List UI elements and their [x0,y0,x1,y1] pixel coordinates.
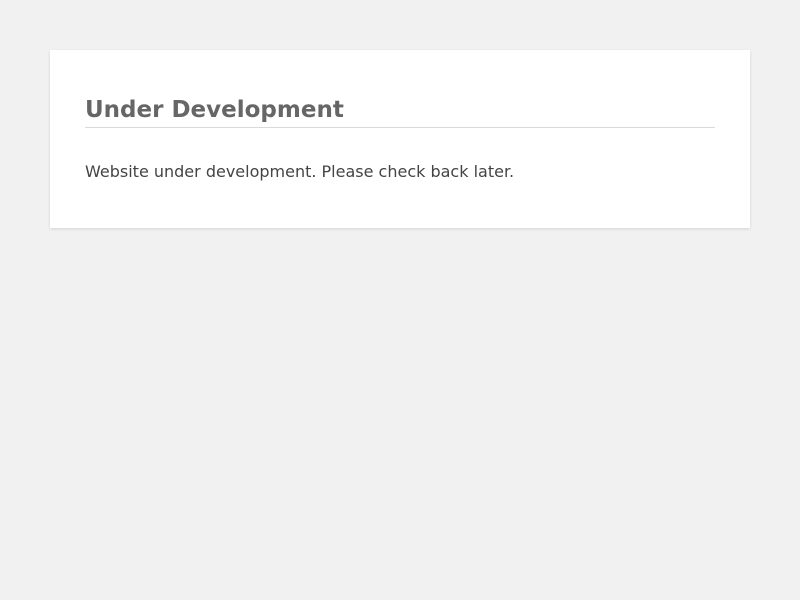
page-background: Under Development Website under developm… [0,0,800,600]
notice-message: Website under development. Please check … [85,162,515,181]
page-title: Under Development [85,50,715,128]
notice-card: Under Development Website under developm… [50,50,750,228]
